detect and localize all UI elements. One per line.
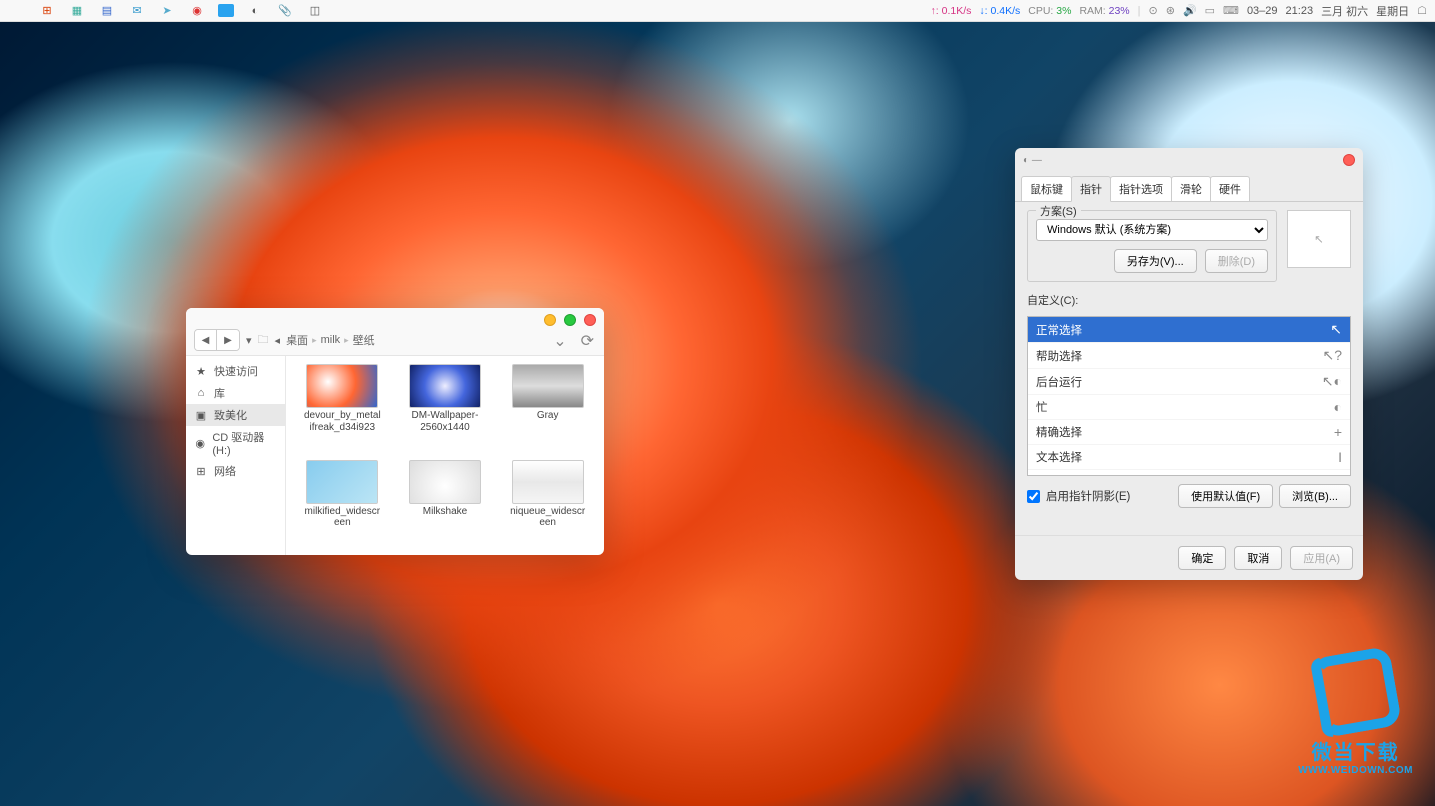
scheme-select[interactable]: Windows 默认 (系统方案) [1036, 219, 1268, 241]
folder-icon[interactable] [218, 4, 234, 17]
cursor-list[interactable]: 正常选择↖ 帮助选择↖? 后台运行↖◐ 忙◐ 精确选择+ 文本选择I [1027, 316, 1351, 476]
file-grid: devour_by_metalifreak_d34i923 DM-Wallpap… [286, 356, 604, 555]
sidebar-item-quickaccess[interactable]: ★快速访问 [186, 360, 285, 382]
thumbnail [306, 364, 378, 408]
up-button[interactable]: ▾ [246, 334, 252, 347]
cursor-item-busy[interactable]: 忙◐ [1028, 395, 1350, 420]
app-icon-2[interactable]: ▤ [98, 2, 116, 20]
thumbnail [512, 460, 584, 504]
tray-icon-1[interactable]: ⊙ [1149, 4, 1158, 17]
sidebar-item-theme[interactable]: ▣致美化 [186, 404, 285, 426]
sidebar-item-cddrive[interactable]: ◉CD 驱动器 (H:) [186, 426, 285, 460]
mouse-properties-dialog: ◐ — 鼠标键 指针 指针选项 滑轮 硬件 方案(S) Windows 默认 (… [1015, 148, 1363, 580]
file-item[interactable]: niqueue_widescreen [499, 460, 596, 548]
cursor-glyph-icon: ↖? [1322, 347, 1342, 364]
tray-icon-2[interactable]: ⊛ [1166, 4, 1175, 17]
cursor-item-precision[interactable]: 精确选择+ [1028, 420, 1350, 445]
cursor-glyph-icon: ◐ [1334, 399, 1342, 415]
cursor-glyph-icon: I [1338, 449, 1342, 465]
pointer-shadow-checkbox[interactable] [1027, 490, 1040, 503]
thumbnail [512, 364, 584, 408]
ram-stat: RAM: 23% [1079, 5, 1129, 17]
dialog-tabs: 鼠标键 指针 指针选项 滑轮 硬件 [1015, 176, 1363, 202]
app-icon-3[interactable]: ✉ [128, 2, 146, 20]
net-down: ↓: 0.4K/s [979, 5, 1020, 17]
clip-icon[interactable]: 📎 [276, 2, 294, 20]
apply-button[interactable]: 应用(A) [1290, 546, 1353, 570]
file-item[interactable]: DM-Wallpaper-2560x1440 [397, 364, 494, 452]
cursor-item-help[interactable]: 帮助选择↖? [1028, 343, 1350, 369]
chrome-icon[interactable]: ◐ [246, 2, 264, 20]
folder-glyph-icon: 🗀 [258, 331, 269, 350]
ok-button[interactable]: 确定 [1178, 546, 1226, 570]
keyboard-icon[interactable]: ⌨ [1223, 4, 1239, 17]
app-icon-4[interactable]: ◫ [306, 2, 324, 20]
breadcrumb[interactable]: 桌面▸ milk▸ 壁纸 [286, 332, 375, 348]
maximize-button[interactable] [564, 314, 576, 326]
file-item[interactable]: milkified_widescreen [294, 460, 391, 548]
cursor-glyph-icon: ↖ [1330, 321, 1342, 338]
sidebar-item-network[interactable]: ⊞网络 [186, 460, 285, 482]
watermark-url: WWW.WEIDOWN.COM [1298, 765, 1413, 776]
cursor-item-background[interactable]: 后台运行↖◐ [1028, 369, 1350, 395]
custom-label: 自定义(C): [1027, 292, 1351, 308]
finder-titlebar[interactable]: ◀ ▶ ▾ 🗀 ◂ 桌面▸ milk▸ 壁纸 ⌄ ⟳ [186, 308, 604, 356]
file-item[interactable]: Milkshake [397, 460, 494, 548]
browse-button[interactable]: 浏览(B)... [1279, 484, 1351, 508]
close-button[interactable] [584, 314, 596, 326]
location-icon[interactable]: ➤ [158, 2, 176, 20]
thumbnail [409, 364, 481, 408]
scheme-legend: 方案(S) [1036, 203, 1081, 219]
dialog-close-button[interactable] [1343, 154, 1355, 166]
battery-icon[interactable]: ▭ [1205, 4, 1215, 17]
view-dropdown-icon[interactable]: ⌄ [553, 331, 566, 351]
minimize-button[interactable] [544, 314, 556, 326]
sidebar-item-library[interactable]: ⌂库 [186, 382, 285, 404]
tab-pointer[interactable]: 指针 [1071, 176, 1111, 202]
divider-icon: | [1138, 5, 1141, 17]
file-item[interactable]: devour_by_metalifreak_d34i923 [294, 364, 391, 452]
cancel-button[interactable]: 取消 [1234, 546, 1282, 570]
file-item[interactable]: Gray [499, 364, 596, 452]
pointer-shadow-label: 启用指针阴影(E) [1046, 488, 1130, 504]
thumbnail [306, 460, 378, 504]
cursor-item-text[interactable]: 文本选择I [1028, 445, 1350, 470]
finder-sidebar: ★快速访问 ⌂库 ▣致美化 ◉CD 驱动器 (H:) ⊞网络 [186, 356, 286, 555]
delete-button[interactable]: 删除(D) [1205, 249, 1268, 273]
cpu-stat: CPU: 3% [1028, 5, 1071, 17]
music-icon[interactable]: ◉ [188, 2, 206, 20]
use-default-button[interactable]: 使用默认值(F) [1178, 484, 1273, 508]
dialog-titlebar[interactable]: ◐ — [1015, 148, 1363, 172]
dialog-icon: ◐ — [1023, 155, 1042, 166]
apple-icon[interactable] [8, 2, 26, 20]
finder-window: ◀ ▶ ▾ 🗀 ◂ 桌面▸ milk▸ 壁纸 ⌄ ⟳ ★快速访问 ⌂库 ▣致美化… [186, 308, 604, 555]
app-icon-1[interactable]: ▦ [68, 2, 86, 20]
refresh-icon[interactable]: ⟳ [581, 331, 594, 351]
date: 03–29 [1247, 5, 1278, 17]
lunar-date: 三月 初六 [1321, 3, 1368, 19]
save-as-button[interactable]: 另存为(V)... [1114, 249, 1197, 273]
tab-hardware[interactable]: 硬件 [1210, 176, 1250, 202]
office-icon[interactable]: ⊞ [38, 2, 56, 20]
scheme-fieldset: 方案(S) Windows 默认 (系统方案) 另存为(V)... 删除(D) [1027, 210, 1277, 282]
thumbnail [409, 460, 481, 504]
tab-wheel[interactable]: 滑轮 [1171, 176, 1211, 202]
time: 21:23 [1286, 5, 1314, 17]
watermark-logo-icon [1309, 646, 1402, 739]
weekday: 星期日 [1376, 3, 1409, 19]
tab-mouse-keys[interactable]: 鼠标键 [1021, 176, 1072, 202]
net-up: ↑: 0.1K/s [931, 5, 972, 17]
nav-forward-button[interactable]: ▶ [217, 330, 239, 350]
watermark-title: 微当下载 [1298, 736, 1413, 765]
cursor-preview: ↖ [1287, 210, 1351, 268]
notification-icon[interactable]: ☖ [1417, 4, 1427, 17]
watermark: 微当下载 WWW.WEIDOWN.COM [1298, 652, 1413, 776]
volume-icon[interactable]: 🔊 [1183, 4, 1197, 17]
menubar: ⊞ ▦ ▤ ✉ ➤ ◉ ◐ 📎 ◫ ↑: 0.1K/s ↓: 0.4K/s CP… [0, 0, 1435, 22]
cursor-glyph-icon: + [1334, 424, 1342, 440]
cursor-glyph-icon: ↖◐ [1322, 373, 1342, 390]
tab-pointer-options[interactable]: 指针选项 [1110, 176, 1172, 202]
cursor-item-normal[interactable]: 正常选择↖ [1028, 317, 1350, 343]
nav-back-button[interactable]: ◀ [195, 330, 217, 350]
